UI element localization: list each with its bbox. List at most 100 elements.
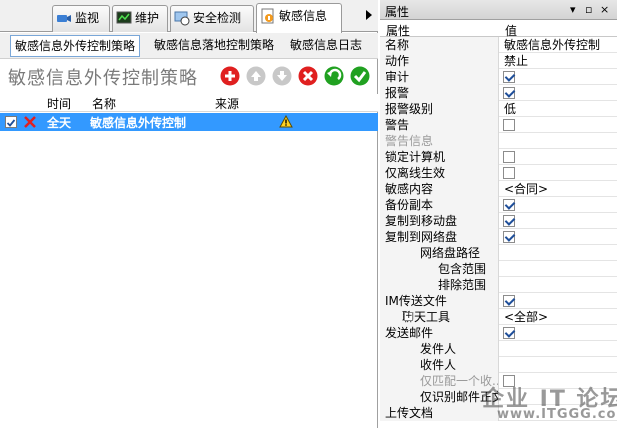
add-button[interactable] xyxy=(220,66,240,86)
panel-close-icon[interactable]: × xyxy=(600,3,609,16)
sensitive-info-icon xyxy=(261,8,274,24)
property-value[interactable]: <合同> xyxy=(504,181,616,197)
property-row[interactable]: 收件人 xyxy=(380,357,617,373)
subtab-outbound-policy[interactable]: 敏感信息外传控制策略 xyxy=(10,35,141,57)
tab-monitor[interactable]: 监视 xyxy=(52,5,110,32)
property-name: 排除范围 xyxy=(380,277,499,293)
property-row[interactable]: 发件人 xyxy=(380,341,617,357)
monitor-camera-icon xyxy=(57,15,71,22)
property-name: IM传送文件 xyxy=(380,293,499,309)
column-header-name[interactable]: 名称 xyxy=(92,95,116,112)
delete-icon xyxy=(298,66,318,86)
column-header-time[interactable]: 时间 xyxy=(47,95,71,112)
property-row[interactable]: 发送邮件 xyxy=(380,325,617,341)
subtab-landing-policy[interactable]: 敏感信息落地控制策略 xyxy=(150,35,278,57)
property-checkbox[interactable] xyxy=(503,327,515,339)
property-row[interactable]: 警告信息 xyxy=(380,133,617,149)
property-row[interactable]: 报警 xyxy=(380,85,617,101)
tab-label: 监视 xyxy=(75,11,100,25)
move-down-button[interactable] xyxy=(272,66,292,86)
warning-icon xyxy=(279,115,293,128)
property-value[interactable]: 敏感信息外传控制 xyxy=(504,37,616,53)
table-row[interactable]: 全天 敏感信息外传控制 xyxy=(0,113,378,131)
property-row[interactable]: 网络盘路径 xyxy=(380,245,617,261)
property-row[interactable]: IM传送文件 xyxy=(380,293,617,309)
property-row[interactable]: 复制到网络盘 xyxy=(380,229,617,245)
property-checkbox[interactable] xyxy=(503,71,515,83)
property-value[interactable] xyxy=(504,357,616,373)
property-value[interactable]: <全部> xyxy=(504,309,616,325)
undo-button[interactable] xyxy=(324,66,344,86)
property-checkbox[interactable] xyxy=(503,231,515,243)
property-name: 网络盘路径 xyxy=(380,245,499,261)
property-value[interactable] xyxy=(504,245,616,261)
tab-scroll-right-icon[interactable] xyxy=(366,10,372,20)
property-name: 审计 xyxy=(380,69,499,85)
tab-security-check[interactable]: 安全检测 xyxy=(170,5,254,32)
row-name: 敏感信息外传控制 xyxy=(90,116,187,130)
property-row[interactable]: 仅离线生效 xyxy=(380,165,617,181)
tab-maintenance[interactable]: 维护 xyxy=(112,5,168,32)
property-name: 复制到移动盘 xyxy=(380,213,499,229)
properties-panel: 属性 ▾ ▫ × 属性 值 名称 敏感信息外传控制 动作 禁止 审计 报警 报警级别低警告警… xyxy=(380,0,617,428)
security-check-icon xyxy=(174,11,190,26)
expand-icon[interactable]: + xyxy=(404,312,413,321)
add-icon xyxy=(220,66,240,86)
property-name: 警告信息 xyxy=(380,133,499,149)
property-row[interactable]: 审计 xyxy=(380,69,617,85)
property-value[interactable] xyxy=(504,341,616,357)
tab-label: 维护 xyxy=(135,11,160,25)
apply-button[interactable] xyxy=(350,66,370,86)
property-row[interactable]: 备份副本 xyxy=(380,197,617,213)
tab-label: 安全检测 xyxy=(193,11,242,25)
row-checkbox[interactable] xyxy=(5,116,17,128)
property-name: 仅离线生效 xyxy=(380,165,499,181)
property-name: 名称 xyxy=(380,37,499,53)
property-checkbox[interactable] xyxy=(503,199,515,211)
property-row[interactable]: 敏感内容 <合同> xyxy=(380,181,617,197)
page-title: 敏感信息外传控制策略 xyxy=(8,68,198,89)
property-checkbox[interactable] xyxy=(503,167,515,179)
column-header-source[interactable]: 来源 xyxy=(215,95,239,112)
property-name: 收件人 xyxy=(380,357,499,373)
property-value[interactable] xyxy=(504,133,616,149)
property-row[interactable]: 报警级别低 xyxy=(380,101,617,117)
property-value[interactable]: 低 xyxy=(504,101,616,117)
property-name: 包含范围 xyxy=(380,261,499,277)
sub-tab-bar: 敏感信息外传控制策略 敏感信息落地控制策略 敏感信息日志 xyxy=(0,33,378,59)
property-name: 发送邮件 xyxy=(380,325,499,341)
panel-menu-icon[interactable]: ▾ xyxy=(570,3,576,16)
tab-sensitive-info[interactable]: 敏感信息 xyxy=(256,3,342,33)
property-row[interactable]: 排除范围 xyxy=(380,277,617,293)
property-name: 备份副本 xyxy=(380,197,499,213)
subtab-sensitive-log[interactable]: 敏感信息日志 xyxy=(286,35,366,57)
property-checkbox[interactable] xyxy=(503,215,515,227)
property-value[interactable] xyxy=(504,277,616,293)
property-value[interactable]: 禁止 xyxy=(504,53,616,69)
property-row[interactable]: 动作 禁止 xyxy=(380,53,617,69)
property-name: 报警级别 xyxy=(380,101,499,117)
undo-icon xyxy=(324,66,344,86)
property-name: 聊天工具 xyxy=(380,309,499,325)
property-row[interactable]: 聊天工具 + <全部> xyxy=(380,309,617,325)
panel-pin-icon[interactable]: ▫ xyxy=(585,3,592,16)
tab-label: 敏感信息 xyxy=(279,9,328,23)
property-row[interactable]: 锁定计算机 xyxy=(380,149,617,165)
property-value[interactable] xyxy=(504,261,616,277)
move-up-icon xyxy=(246,66,266,86)
property-checkbox[interactable] xyxy=(503,151,515,163)
property-row[interactable]: 警告 xyxy=(380,117,617,133)
block-x-icon xyxy=(24,116,36,128)
apply-icon xyxy=(350,66,370,86)
watermark-url: www.ITGGG.com xyxy=(497,407,617,422)
property-row[interactable]: 名称 敏感信息外传控制 xyxy=(380,37,617,53)
move-down-icon xyxy=(272,66,292,86)
move-up-button[interactable] xyxy=(246,66,266,86)
property-row[interactable]: 包含范围 xyxy=(380,261,617,277)
property-row[interactable]: 复制到移动盘 xyxy=(380,213,617,229)
delete-button[interactable] xyxy=(298,66,318,86)
property-checkbox[interactable] xyxy=(503,295,515,307)
property-checkbox[interactable] xyxy=(503,119,515,131)
properties-panel-header: 属性 ▾ ▫ × xyxy=(380,0,617,20)
property-checkbox[interactable] xyxy=(503,87,515,99)
